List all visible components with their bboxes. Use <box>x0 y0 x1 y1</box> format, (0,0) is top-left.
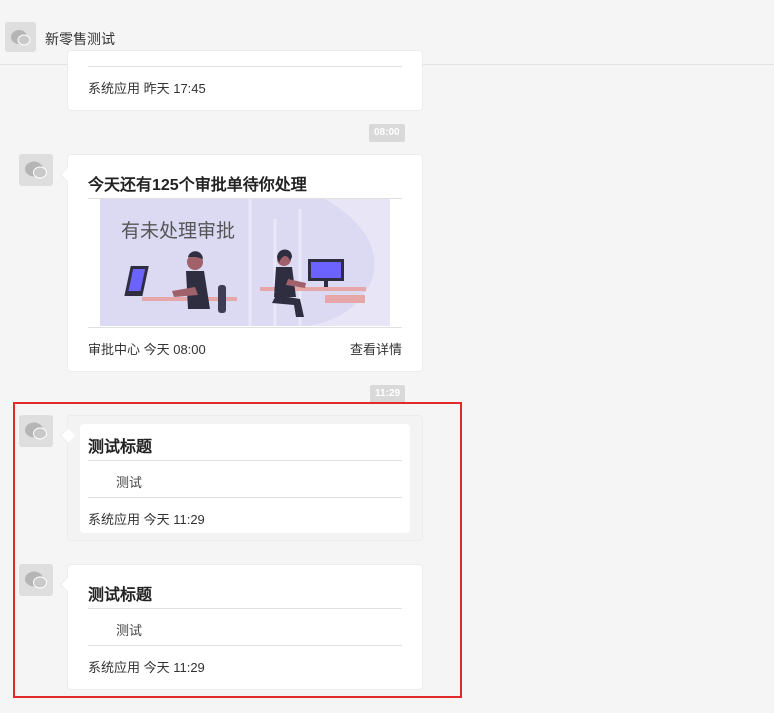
view-details-link[interactable]: 查看详情 <box>350 339 402 358</box>
chat-title: 新零售测试 <box>45 31 115 47</box>
message-title: 今天还有125个审批单待你处理 <box>88 177 307 194</box>
time-badge: 11:29 <box>370 385 406 403</box>
message-card[interactable]: 系统应用 昨天 17:45 <box>67 50 423 111</box>
time-badge: 08:00 <box>369 124 405 142</box>
highlight-box <box>13 402 462 698</box>
chat-window: ✕ 新零售测试 系统应用 昨天 17:45 08:00 今天还有125个审批单待… <box>0 0 774 713</box>
sender-avatar-icon[interactable] <box>19 154 53 186</box>
chat-avatar-icon[interactable] <box>5 22 36 52</box>
message-footer: 审批中心 今天 08:00 <box>88 342 206 357</box>
message-footer: 系统应用 昨天 17:45 <box>88 81 206 96</box>
approval-banner-image[interactable]: 有未处理审批 <box>100 199 390 326</box>
divider <box>88 66 402 67</box>
banner-text: 有未处理审批 <box>121 221 236 242</box>
approval-message-card[interactable]: 今天还有125个审批单待你处理 有未处理审批 审批中心 今天 08:00 查看详… <box>67 154 423 372</box>
divider <box>88 327 402 328</box>
